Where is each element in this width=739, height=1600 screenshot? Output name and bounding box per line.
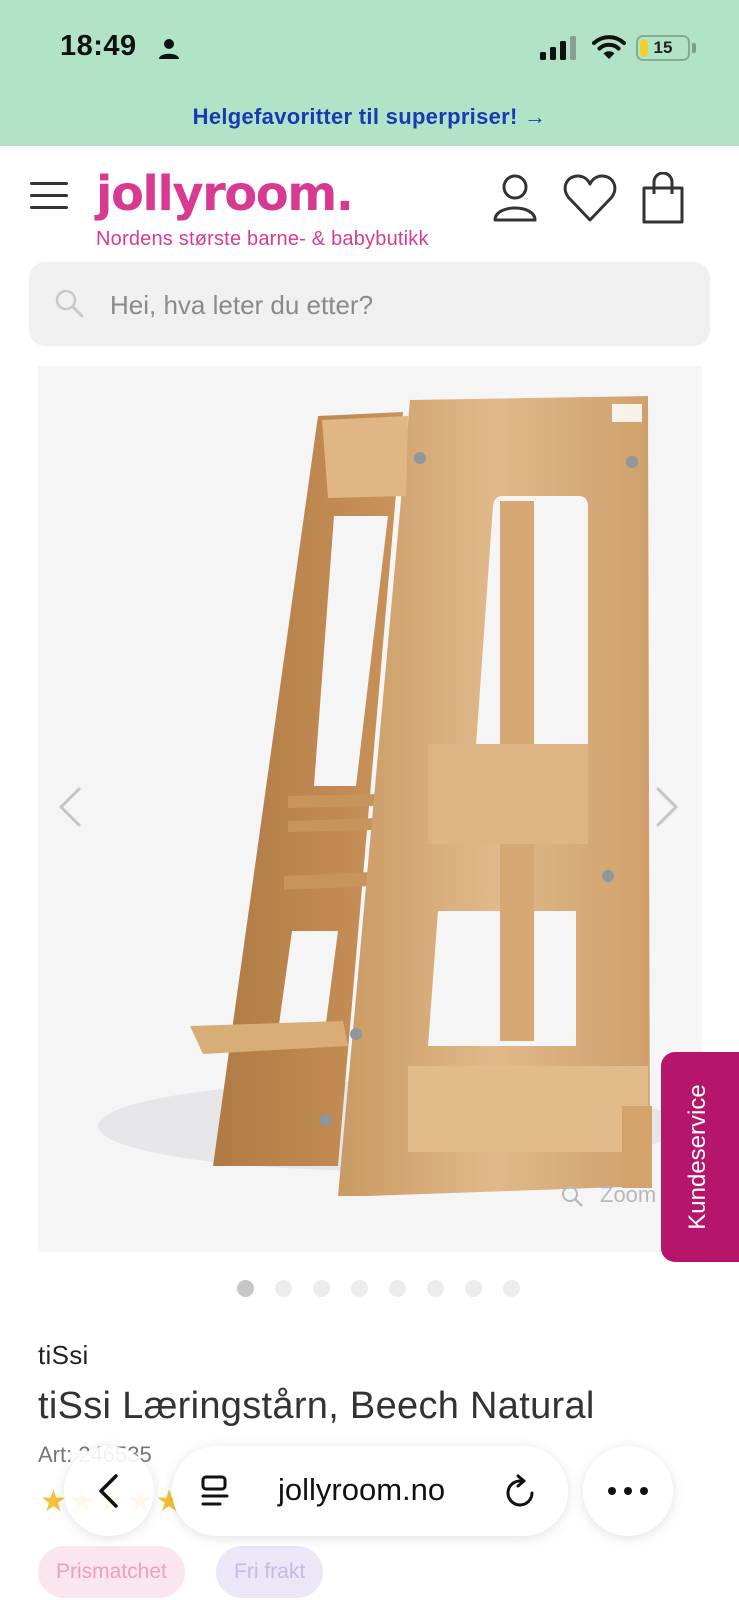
gallery-dot[interactable] xyxy=(313,1280,330,1297)
customer-service-label[interactable]: Kundeservice xyxy=(684,1084,712,1229)
gallery-prev-arrow[interactable] xyxy=(55,785,85,829)
browser-more-button[interactable] xyxy=(583,1446,673,1536)
gallery-next-arrow[interactable] xyxy=(652,785,682,829)
status-time: 18:49 xyxy=(60,30,137,62)
zoom-label[interactable]: Zoom xyxy=(600,1182,656,1208)
reload-icon[interactable] xyxy=(504,1474,538,1510)
gallery-dot[interactable] xyxy=(237,1280,254,1297)
battery-cap xyxy=(692,43,696,53)
gallery-dot[interactable] xyxy=(275,1280,292,1297)
browser-url[interactable]: jollyroom.no xyxy=(278,1472,445,1508)
product-brand[interactable]: tiSsi xyxy=(38,1340,89,1371)
reader-format-icon[interactable] xyxy=(198,1474,232,1508)
learning-tower-image xyxy=(98,396,678,1196)
product-image[interactable] xyxy=(38,366,702,1252)
product-title: tiSsi Læringstårn, Beech Natural xyxy=(38,1385,595,1427)
wifi-icon xyxy=(592,35,626,59)
search-icon xyxy=(55,289,84,318)
promo-banner-link[interactable]: Helgefavoritter til superpriser! → xyxy=(0,104,739,130)
gallery-dot[interactable] xyxy=(503,1280,520,1297)
more-dots-icon xyxy=(608,1487,648,1495)
wishlist-heart-icon[interactable] xyxy=(562,172,618,224)
search-placeholder: Hei, hva leter du etter? xyxy=(110,290,374,320)
account-icon[interactable] xyxy=(490,172,540,224)
zoom-icon[interactable] xyxy=(560,1184,584,1208)
gallery-dot[interactable] xyxy=(389,1280,406,1297)
free-shipping-tag: Fri frakt xyxy=(216,1546,324,1598)
chevron-left-icon xyxy=(99,1474,118,1508)
gallery-dot[interactable] xyxy=(465,1280,482,1297)
gallery-dot[interactable] xyxy=(427,1280,444,1297)
signal-icon xyxy=(540,36,576,60)
battery-icon: 15 xyxy=(636,35,690,61)
price-match-tag: Prismatchet xyxy=(38,1546,185,1598)
gallery-dot[interactable] xyxy=(351,1280,368,1297)
menu-icon[interactable] xyxy=(30,182,68,210)
person-icon xyxy=(159,39,179,59)
logo-tagline: Nordens største barne- & babybutikk xyxy=(96,228,429,250)
jollyroom-logo[interactable]: jollyroom. xyxy=(96,166,354,222)
shopping-bag-icon[interactable] xyxy=(640,172,686,224)
battery-level: 15 xyxy=(653,38,673,57)
browser-back-button[interactable] xyxy=(64,1446,154,1536)
